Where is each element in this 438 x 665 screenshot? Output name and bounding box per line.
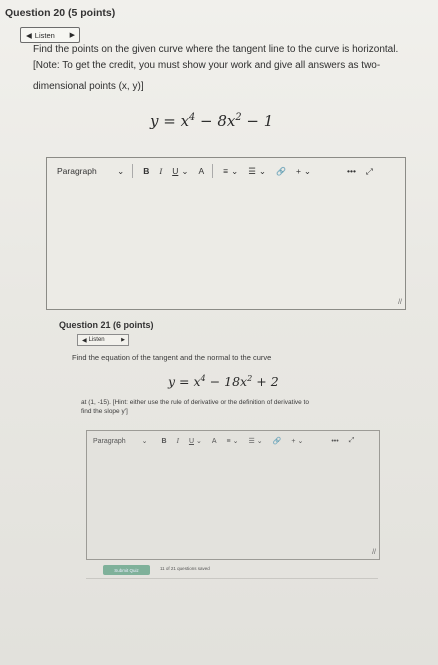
- question-21-hint: at (1, -15). [Hint: either use the rule …: [81, 399, 309, 406]
- add-content-button[interactable]: +: [291, 438, 295, 445]
- add-options-icon[interactable]: ⌄: [297, 437, 303, 445]
- submit-quiz-button[interactable]: Submit Quiz: [103, 565, 150, 575]
- play-icon: ▶: [121, 337, 125, 343]
- question-20-note-cont: dimensional points (x, y)]: [33, 81, 144, 92]
- add-content-button[interactable]: +: [296, 166, 301, 176]
- add-options-icon[interactable]: ⌄: [304, 166, 311, 177]
- question-20-equation: y = x4 − 8x2 − 1: [150, 112, 274, 130]
- speaker-icon: ◀: [82, 337, 87, 344]
- link-icon[interactable]: 🔗: [276, 167, 286, 176]
- list-button[interactable]: ☰: [249, 437, 255, 445]
- align-button[interactable]: ≡: [223, 166, 228, 176]
- answer-editor-q21[interactable]: Paragraph ⌄ B I U ⌄ A ≡ ⌄ ☰ ⌄ 🔗 + ⌄ ••• …: [86, 430, 380, 560]
- align-options-icon[interactable]: ⌄: [231, 166, 238, 177]
- question-21-text: Find the equation of the tangent and the…: [72, 353, 272, 362]
- question-21-hint-cont: find the slope y']: [81, 408, 128, 415]
- align-button[interactable]: ≡: [227, 438, 231, 445]
- editor-toolbar: Paragraph ⌄ B I U ⌄ A ≡ ⌄ ☰ ⌄ 🔗 + ⌄ ••• …: [87, 431, 379, 451]
- paragraph-select[interactable]: Paragraph ⌄: [93, 437, 148, 445]
- question-20-text: Find the points on the given curve where…: [33, 44, 399, 55]
- speaker-icon: ◀: [26, 30, 32, 40]
- link-icon[interactable]: 🔗: [273, 437, 282, 445]
- expand-icon[interactable]: ⤢: [366, 166, 373, 177]
- font-color-button[interactable]: A: [198, 166, 204, 176]
- italic-button[interactable]: I: [177, 437, 179, 445]
- play-icon: ▶: [69, 32, 75, 39]
- question-20-title: Question 20 (5 points): [5, 7, 116, 19]
- listen-button-q20[interactable]: ◀ Listen ▶: [20, 27, 80, 43]
- more-options-icon[interactable]: •••: [331, 438, 338, 445]
- question-21-title: Question 21 (6 points): [59, 320, 154, 330]
- align-options-icon[interactable]: ⌄: [233, 437, 239, 445]
- font-color-button[interactable]: A: [212, 438, 217, 445]
- listen-button-q21[interactable]: ◀ Listen ▶: [77, 334, 129, 346]
- paragraph-select[interactable]: Paragraph ⌄: [57, 166, 124, 177]
- bold-button[interactable]: B: [143, 166, 149, 176]
- editor-toolbar: Paragraph ⌄ B I U ⌄ A ≡ ⌄ ☰ ⌄ 🔗 + ⌄ ••• …: [47, 158, 405, 184]
- underline-button[interactable]: U: [172, 166, 178, 176]
- more-options-icon[interactable]: •••: [347, 166, 356, 176]
- underline-options-icon[interactable]: ⌄: [196, 437, 202, 445]
- save-status: 11 of 21 questions saved: [160, 566, 210, 571]
- bold-button[interactable]: B: [162, 438, 167, 445]
- underline-options-icon[interactable]: ⌄: [181, 166, 188, 177]
- list-options-icon[interactable]: ⌄: [257, 437, 263, 445]
- list-button[interactable]: ☰: [248, 166, 256, 177]
- italic-button[interactable]: I: [159, 166, 162, 176]
- question-20-note: [Note: To get the credit, you must show …: [33, 60, 381, 71]
- listen-label: Listen: [34, 30, 55, 40]
- answer-editor-q20[interactable]: Paragraph ⌄ B I U ⌄ A ≡ ⌄ ☰ ⌄ 🔗 + ⌄ ••• …: [46, 157, 406, 310]
- resize-handle-icon[interactable]: //: [372, 549, 376, 556]
- quiz-page: Question 20 (5 points) ◀ Listen ▶ Find t…: [0, 0, 438, 665]
- resize-handle-icon[interactable]: //: [398, 299, 402, 306]
- underline-button[interactable]: U: [189, 438, 194, 445]
- listen-label: Listen: [88, 337, 105, 343]
- list-options-icon[interactable]: ⌄: [259, 166, 266, 177]
- expand-icon[interactable]: ⤢: [349, 437, 355, 445]
- divider: [86, 578, 378, 579]
- question-21-equation: y = x4 − 18x2 + 2: [168, 373, 279, 390]
